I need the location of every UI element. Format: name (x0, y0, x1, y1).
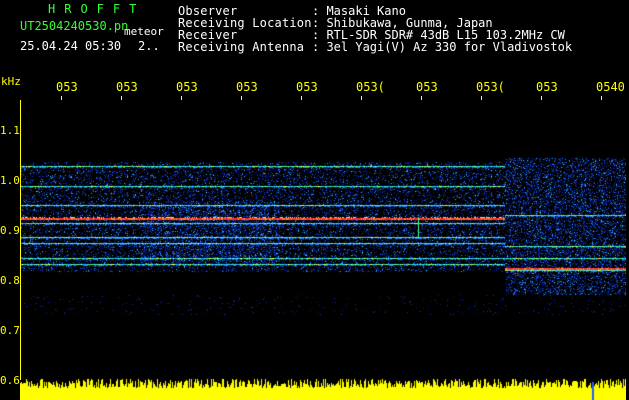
freq-tick-label: 0.7 (0, 324, 20, 337)
filename-label: UT2504240530.pn (20, 19, 129, 33)
time-tick-label: 053 (536, 80, 558, 94)
time-tick-label: 053 (416, 80, 438, 94)
freq-tick-label: 0.9 (0, 224, 20, 237)
time-tick-label: 0540 (596, 80, 625, 94)
counter-label: 2.. (138, 39, 160, 53)
time-tick-label: 053 (176, 80, 198, 94)
freq-tick-label: 1.0 (0, 174, 20, 187)
antenna-label: Receiving Antenna (178, 40, 305, 54)
time-tick-label: 053 (56, 80, 78, 94)
antenna-value: : 3el Yagi(V) Az 330 for Vladivostok (312, 40, 573, 54)
freq-tick-label: 1.1 (0, 124, 20, 137)
app-logo: HROFFT (48, 2, 146, 16)
mode-label: meteor (124, 25, 164, 38)
time-tick-label: 053 (236, 80, 258, 94)
plot-frame (20, 100, 627, 380)
datetime-label: 25.04.24 05:30 (20, 39, 122, 53)
freq-tick-label: 0.6 (0, 374, 20, 387)
time-tick-label: 053 (296, 80, 318, 94)
freq-unit-label: kHz (1, 75, 21, 88)
time-tick-label: 053( (356, 80, 385, 94)
time-tick-label: 053 (116, 80, 138, 94)
freq-tick-label: 0.8 (0, 274, 20, 287)
time-tick-label: 053( (476, 80, 505, 94)
